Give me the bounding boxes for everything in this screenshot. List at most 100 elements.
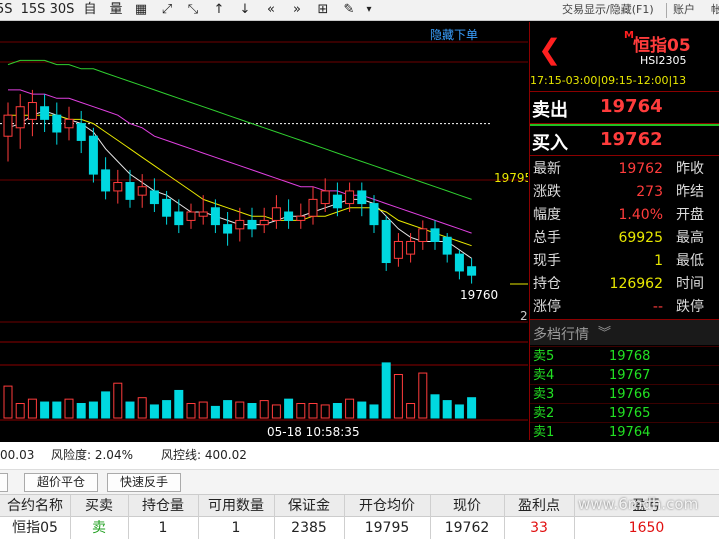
collapse-chevron-icon[interactable]: ︾	[598, 322, 611, 341]
candle-body	[393, 240, 403, 259]
quote-label-right: 昨收	[676, 161, 704, 177]
depth-level-label: 卖3	[533, 387, 555, 402]
candle-body	[40, 106, 50, 120]
shrink-icon[interactable]: ⤡	[183, 0, 203, 21]
depth-price: 19767	[609, 368, 651, 383]
candle-body	[247, 219, 257, 230]
period-30s-label[interactable]: 30S	[49, 0, 75, 21]
candle-body	[454, 253, 464, 272]
volume-bar	[320, 404, 330, 419]
draw-pen-icon[interactable]: ✎	[339, 0, 359, 21]
close-position-button[interactable]: 超价平仓	[24, 473, 98, 492]
column-divider	[344, 517, 345, 539]
table-cell: 卖	[92, 520, 106, 536]
candle-body	[162, 198, 172, 217]
volume-bar	[381, 362, 391, 419]
expand-icon[interactable]: ⤢	[157, 0, 177, 21]
depth-title: 多档行情	[533, 327, 589, 343]
column-header[interactable]: 买卖	[70, 495, 128, 517]
volume-bar	[467, 397, 477, 419]
sell-label: 卖出	[532, 100, 568, 121]
volume-bar	[162, 400, 172, 419]
accounts-menu[interactable]: 帐号	[711, 0, 719, 36]
action-button-partial[interactable]	[0, 473, 8, 492]
depth-header[interactable]: 多档行情 ︾	[530, 319, 719, 345]
volume-bar	[369, 404, 379, 419]
volume-bar	[393, 374, 403, 419]
candle-body	[137, 186, 147, 196]
custom-period-label[interactable]: 自	[80, 0, 100, 21]
reference-price-label: 19795	[494, 171, 528, 185]
quote-row: 最新 19762 昨收	[530, 158, 719, 181]
depth-row[interactable]: 卖3 19766	[530, 384, 719, 403]
quote-label: 幅度	[533, 207, 561, 223]
dropdown-icon[interactable]: ▾	[362, 0, 376, 21]
volume-bar	[332, 403, 342, 419]
volume-bar	[113, 382, 123, 419]
candle-body	[15, 106, 25, 129]
column-header[interactable]: 盈利点	[504, 495, 574, 517]
table-row[interactable]: 恒指05 卖 1 1 2385 19795 19762 33 1650	[0, 517, 719, 540]
candle-body	[296, 215, 306, 221]
candle-body	[64, 118, 74, 129]
trade-toggle-button[interactable]: 交易显示/隐藏(F1)	[562, 0, 654, 21]
double-left-icon[interactable]: «	[261, 0, 281, 21]
quote-row: 现手 1 最低	[530, 250, 719, 273]
candle-body	[88, 135, 98, 175]
double-right-icon[interactable]: »	[287, 0, 307, 21]
candle-body	[3, 114, 13, 137]
period-15s-label[interactable]: 15S	[20, 0, 46, 21]
volume-bar	[454, 404, 464, 419]
divider	[530, 91, 719, 92]
arrow-up-icon[interactable]: ↑	[209, 0, 229, 21]
column-divider	[344, 495, 345, 517]
table-cell: 19795	[364, 520, 410, 536]
kline-chart[interactable]: 隐藏下单 19795 19760 2 05-18 10:58:35	[0, 22, 528, 442]
column-divider	[574, 495, 575, 517]
layout-icon[interactable]: ▦	[131, 0, 151, 21]
candle-body	[210, 207, 220, 226]
arrow-down-icon[interactable]: ↓	[235, 0, 255, 21]
depth-row[interactable]: 卖5 19768	[530, 346, 719, 365]
volume-bar	[284, 398, 294, 419]
candle-body	[308, 198, 318, 217]
grid-icon[interactable]: ⊞	[313, 0, 333, 21]
column-header[interactable]: 保证金	[274, 495, 344, 517]
volume-bar	[27, 398, 37, 419]
volume-bar	[345, 398, 355, 419]
contract-code: HSI2305	[640, 54, 687, 67]
quick-reverse-button[interactable]: 快速反手	[107, 473, 181, 492]
depth-row[interactable]: 卖4 19767	[530, 365, 719, 384]
candle-body	[174, 211, 184, 226]
quote-value: --	[652, 299, 663, 315]
divider	[530, 155, 719, 156]
time-axis-label: 05-18 10:58:35	[267, 425, 360, 439]
quote-row: 涨停 -- 跌停	[530, 296, 719, 319]
column-header[interactable]: 开仓均价	[344, 495, 430, 517]
table-cell: 19762	[444, 520, 490, 536]
quote-label: 最新	[533, 161, 561, 177]
candle-body	[418, 228, 428, 242]
column-header[interactable]: 现价	[430, 495, 504, 517]
sell-quote[interactable]: 卖出 19764	[530, 94, 719, 122]
session-times: 17:15-03:00|09:15-12:00|13	[530, 74, 687, 87]
buy-quote[interactable]: 买入 19762	[530, 124, 719, 154]
depth-row[interactable]: 卖2 19765	[530, 403, 719, 422]
depth-row[interactable]: 卖1 19764	[530, 422, 719, 441]
candle-body	[357, 190, 367, 205]
period-5s-label[interactable]: 5S	[0, 0, 13, 21]
column-header[interactable]: 持仓量	[128, 495, 198, 517]
column-header[interactable]: 合约名称	[0, 495, 70, 517]
column-header[interactable]: 可用数量	[198, 495, 274, 517]
candle-body	[235, 219, 245, 230]
sell-price: 19764	[600, 96, 663, 117]
volume-label[interactable]: 量	[106, 0, 126, 21]
volume-bar	[3, 385, 13, 419]
back-arrow-icon[interactable]: ❮	[538, 36, 561, 64]
column-divider	[274, 495, 275, 517]
account-menu[interactable]: 账户	[673, 0, 695, 21]
candle-body	[76, 123, 86, 141]
hide-order-link[interactable]: 隐藏下单	[430, 28, 478, 42]
volume-bar	[259, 400, 269, 419]
quote-label: 总手	[533, 230, 561, 246]
